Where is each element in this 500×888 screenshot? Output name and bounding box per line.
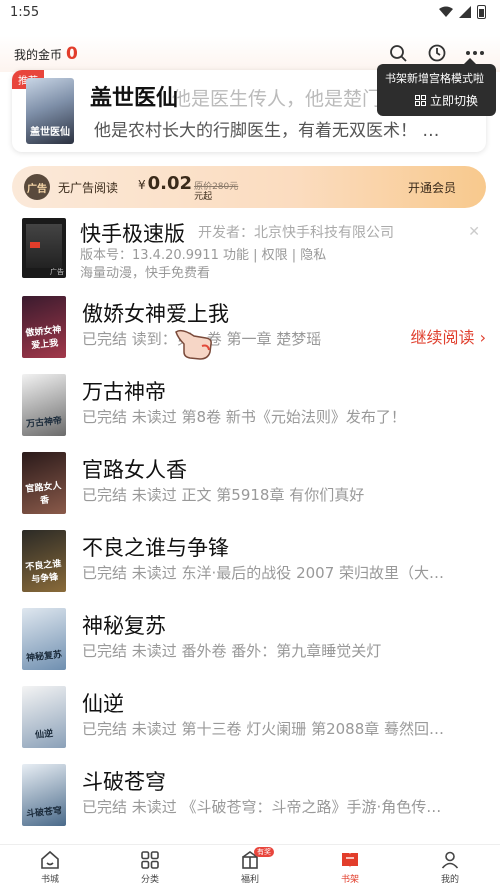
book-row[interactable]: 万古神帝 万古神帝 已完结 未读过 第8卷 新书《元始法则》发布了！ bbox=[0, 374, 500, 452]
coins-label: 我的金币 bbox=[14, 47, 63, 62]
nav-item-profile[interactable]: 我的 bbox=[400, 845, 500, 888]
signal-icon bbox=[459, 6, 471, 18]
coins-display[interactable]: 我的金币 0 bbox=[14, 44, 78, 64]
book-title: 官路女人香 bbox=[82, 458, 187, 482]
book-row[interactable]: 斗破苍穹 斗破苍穹 已完结 未读过 《斗破苍穹：斗帝之路》手游·角色传… bbox=[0, 764, 500, 842]
category-icon bbox=[141, 850, 159, 869]
recommend-desc-2: 他是农村长大的行脚医生，有着无双医术！ … bbox=[94, 121, 440, 141]
book-cover: 斗破苍穹 bbox=[22, 764, 66, 826]
open-vip-button[interactable]: 开通会员 bbox=[408, 179, 456, 196]
ad-close-icon[interactable]: ✕ bbox=[468, 224, 480, 240]
nav-label: 分类 bbox=[140, 874, 159, 885]
vip-price: ¥ 0.02 原价280元 元起 bbox=[138, 173, 238, 202]
status-time: 1:55 bbox=[10, 4, 40, 20]
book-cover: 仙逆 bbox=[22, 686, 66, 748]
nav-item-bookstore[interactable]: 书城 bbox=[0, 845, 100, 888]
ad-meta[interactable]: 版本号：13.4.20.9911 功能 | 权限 | 隐私 bbox=[80, 244, 326, 263]
continue-reading-button[interactable]: 继续阅读 › bbox=[411, 324, 487, 348]
grid-icon bbox=[415, 95, 426, 106]
book-status: 已完结 未读过 《斗破苍穹：斗帝之路》手游·角色传… bbox=[82, 798, 442, 816]
book-cover: 官路女人香 bbox=[22, 452, 66, 514]
book-row[interactable]: 神秘复苏 神秘复苏 已完结 未读过 番外卷 番外：第九章睡觉关灯 bbox=[0, 608, 500, 686]
no-ad-icon: 广告 bbox=[24, 174, 50, 200]
book-row[interactable]: 傲娇女神爱上我 傲娇女神爱上我 已完结 读到：第一卷 第一章 楚梦瑶 继续阅读 … bbox=[0, 296, 500, 374]
nav-label: 书城 bbox=[40, 874, 59, 885]
tooltip-switch-label: 立即切换 bbox=[430, 94, 479, 108]
book-title: 万古神帝 bbox=[82, 380, 166, 404]
recommend-title: 盖世医仙 bbox=[90, 86, 179, 111]
book-cover: 万古神帝 bbox=[22, 374, 66, 436]
book-row[interactable]: 仙逆 仙逆 已完结 未读过 第十三卷 灯火阑珊 第2088章 蓦然回… bbox=[0, 686, 500, 764]
nav-item-category[interactable]: 分类 bbox=[100, 845, 200, 888]
nav-item-bookshelf[interactable]: 书架 bbox=[300, 845, 400, 888]
tooltip-text: 书架新增宫格模式啦 bbox=[385, 72, 484, 85]
book-cover: 傲娇女神爱上我 bbox=[22, 296, 66, 358]
book-row[interactable]: 不良之谁与争锋 不良之谁与争锋 已完结 未读过 东洋·最后的战役 2007 荣归… bbox=[0, 530, 500, 608]
search-icon[interactable] bbox=[385, 40, 411, 66]
battery-icon bbox=[477, 5, 486, 19]
book-status: 已完结 未读过 第8卷 新书《元始法则》发布了！ bbox=[82, 408, 406, 426]
ad-cover-label: 广告 bbox=[50, 268, 64, 276]
gridmode-tooltip[interactable]: 书架新增宫格模式啦 立即切换 bbox=[377, 58, 496, 116]
ad-developer: 开发者：北京快手科技有限公司 bbox=[198, 225, 394, 241]
book-status: 已完结 读到：第一卷 第一章 楚梦瑶 bbox=[82, 330, 322, 348]
vip-price-unit: 元起 bbox=[194, 191, 213, 202]
nav-label: 我的 bbox=[440, 874, 459, 885]
book-title: 神秘复苏 bbox=[82, 614, 166, 638]
book-title: 不良之谁与争锋 bbox=[82, 536, 229, 560]
recommend-cover-title: 盖世医仙 bbox=[30, 127, 70, 138]
bottom-nav: 书城 分类 有奖 福利 书架 我的 bbox=[0, 844, 500, 888]
bookshelf-icon bbox=[342, 852, 358, 868]
ad-item[interactable]: 广告 快手极速版 开发者：北京快手科技有限公司 ✕ 版本号：13.4.20.99… bbox=[0, 214, 500, 282]
vip-banner[interactable]: 广告 无广告阅读 ¥ 0.02 原价280元 元起 开通会员 bbox=[12, 166, 486, 208]
ad-slogan: 海量动漫，快手免费看 bbox=[80, 266, 211, 281]
vip-price-value: 0.02 bbox=[147, 172, 193, 194]
book-status: 已完结 未读过 番外卷 番外：第九章睡觉关灯 bbox=[82, 642, 382, 660]
book-cover: 不良之谁与争锋 bbox=[22, 530, 66, 592]
vip-original-price: 原价280元 bbox=[194, 181, 239, 192]
pointing-hand-icon bbox=[175, 329, 212, 360]
history-icon[interactable] bbox=[424, 40, 450, 66]
book-title: 斗破苍穹 bbox=[82, 770, 166, 794]
nav-label: 福利 bbox=[240, 874, 259, 885]
book-title: 仙逆 bbox=[82, 692, 124, 716]
status-bar: 1:55 bbox=[0, 0, 500, 24]
coins-value: 0 bbox=[66, 44, 78, 64]
book-status: 已完结 未读过 第十三卷 灯火阑珊 第2088章 蓦然回… bbox=[82, 720, 445, 738]
tooltip-switch-button[interactable]: 立即切换 bbox=[385, 92, 488, 109]
welfare-badge: 有奖 bbox=[254, 847, 274, 857]
book-row[interactable]: 官路女人香 官路女人香 已完结 未读过 正文 第5918章 有你们真好 bbox=[0, 452, 500, 530]
ad-cover: 广告 bbox=[22, 218, 66, 278]
book-status: 已完结 未读过 正文 第5918章 有你们真好 bbox=[82, 486, 365, 504]
recommend-cover: 盖世医仙 bbox=[26, 78, 74, 144]
nav-label: 书架 bbox=[340, 874, 359, 885]
home-icon bbox=[41, 850, 59, 869]
nav-item-welfare[interactable]: 有奖 福利 bbox=[200, 845, 300, 888]
vip-label: 无广告阅读 bbox=[58, 180, 119, 195]
book-cover: 神秘复苏 bbox=[22, 608, 66, 670]
vip-currency: ¥ bbox=[138, 177, 146, 192]
profile-icon bbox=[441, 851, 459, 869]
wifi-icon bbox=[439, 6, 453, 17]
book-status: 已完结 未读过 东洋·最后的战役 2007 荣归故里（大… bbox=[82, 564, 445, 582]
